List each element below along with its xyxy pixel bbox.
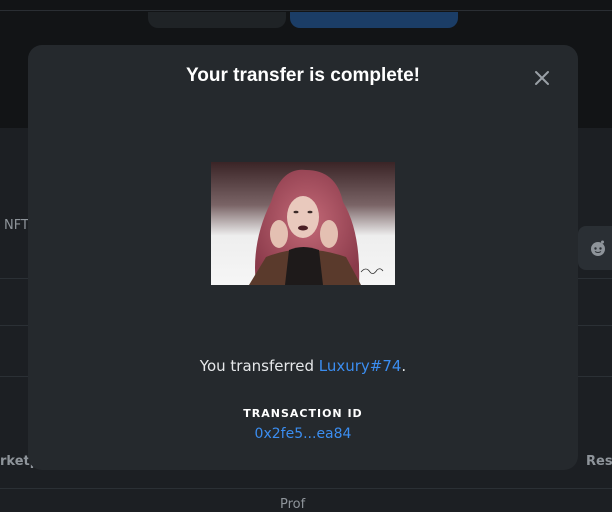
close-icon [535,71,549,85]
message-suffix: . [401,357,407,375]
reddit-icon [591,240,605,256]
close-button[interactable] [531,67,553,89]
modal-title: Your transfer is complete! [185,65,421,86]
nft-link[interactable]: Luxury#74 [319,357,402,375]
message-prefix: You transferred [199,357,319,375]
transaction-id-link[interactable]: 0x2fe5...ea84 [28,426,578,442]
nft-label: NFT [4,218,29,233]
header-button-secondary[interactable] [148,12,286,28]
row-divider [0,488,612,489]
header-button-primary[interactable] [290,12,458,28]
nft-artwork [211,162,395,285]
table-header-result: Res [586,454,612,469]
reddit-share-button[interactable] [578,226,612,270]
transaction-id-label: TRANSACTION ID [243,407,363,420]
transfer-complete-modal: Your transfer is complete! You transferr… [28,45,578,470]
nft-image [211,162,395,285]
transfer-message: You transferred Luxury#74. [28,357,578,375]
header-divider [0,10,612,11]
